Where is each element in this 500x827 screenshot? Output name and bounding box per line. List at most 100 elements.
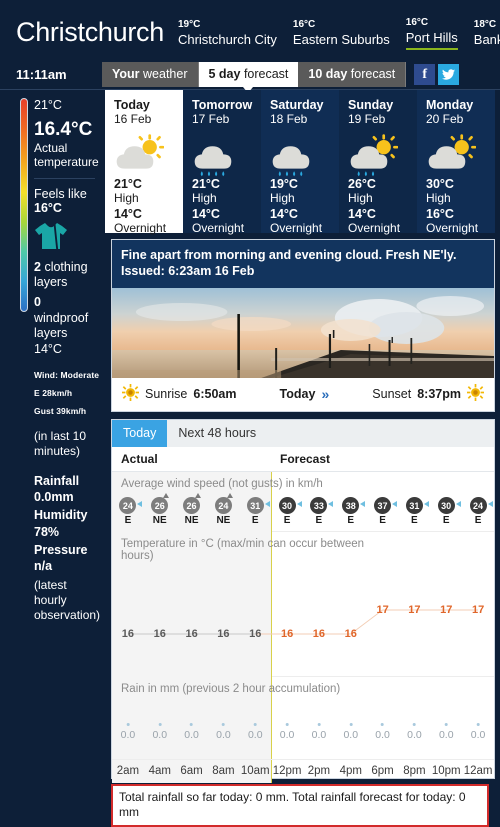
sunset-value: 8:37pm (417, 386, 461, 401)
wind-speed-value: 24 (473, 500, 484, 511)
rain-column: 0.0 (375, 723, 390, 741)
forecast-card[interactable]: Saturday 18 Feb 19°C High 14°C Overnight (261, 90, 339, 235)
rain-value-label: 0.0 (407, 729, 422, 741)
chart-section-headers: Actual Forecast (112, 447, 494, 472)
location-item[interactable]: 18°CBanks Penin (474, 19, 500, 50)
forecast-low-temp: 16°C (426, 206, 454, 221)
wind-direction-label: NE (216, 515, 231, 526)
rain-column: 0.0 (279, 723, 295, 741)
scenery-photo (112, 287, 494, 378)
humidity-label: Humidity (34, 508, 88, 523)
forecast-card[interactable]: Today 16 Feb 21°C High 14°C Overnight (105, 90, 183, 235)
page-title: Christchurch (16, 17, 164, 47)
rain-point-marker (381, 723, 385, 726)
rain-point-marker (158, 723, 162, 726)
rain-point-marker (126, 723, 130, 726)
tab-group: Your weather 5 day forecast 10 day forecas… (102, 62, 407, 93)
subtab-next-48-hours[interactable]: Next 48 hours (167, 420, 267, 447)
rain-column: 0.0 (439, 723, 454, 741)
temperature-value-label: 16 (185, 628, 198, 640)
wind-direction-label: E (347, 515, 355, 526)
wind-speed-badge: 30 (437, 497, 461, 514)
clothing-layers-label: clothing (44, 259, 88, 274)
forecast-card[interactable]: Sunday 19 Feb 26°C High 14°C Overnight (339, 90, 417, 235)
rain-point-marker (349, 723, 353, 726)
axis-tick-label: 8am (212, 765, 235, 777)
forecast-high-label: High (270, 190, 295, 205)
location-item[interactable]: 19°C Christchurch City (178, 19, 277, 50)
axis-tick-label: 10pm (431, 765, 461, 777)
chevron-right-icon: » (321, 385, 330, 402)
sun-rain-cloud-icon (348, 133, 410, 177)
location-temp: 18°C (473, 19, 497, 31)
rainfall-value: 0.0mm (34, 490, 74, 505)
sunset-block: Sunset 8:37pm (372, 383, 484, 404)
sunrise-icon (122, 383, 139, 404)
windproof-layers: 0 windproof layers 14°C (34, 295, 101, 358)
location-temp: 16°C (405, 17, 429, 29)
rain-column: 0.0 (470, 723, 486, 741)
actual-temperature-label-2: temperature (34, 155, 99, 170)
temperature-value-label: 17 (471, 604, 485, 616)
today-next-link[interactable]: Today » (280, 386, 330, 402)
humidity-value: 78% (34, 524, 60, 539)
social-links: f (414, 64, 462, 85)
rain-column: 0.0 (216, 723, 231, 741)
rain-value-label: 0.0 (470, 729, 486, 741)
tab-your[interactable]: Your weather (102, 62, 199, 87)
subtab-today[interactable]: Today (112, 419, 168, 447)
location-item[interactable]: 16°C Port Hills (405, 17, 458, 50)
forecast-date: 16 Feb (114, 112, 152, 127)
wind-description: Wind: Moderate (34, 370, 100, 381)
temperature-value-label: 17 (408, 604, 421, 616)
forecast-day: Saturday (270, 98, 324, 112)
app-header: Christchurch 19°C Christchurch City 16°C Ea… (0, 0, 500, 56)
forecast-low-temp: 14°C (270, 206, 298, 221)
temperature-value-label: 17 (376, 604, 389, 616)
rain-value-label: 0.0 (375, 729, 390, 741)
sidebar-divider (34, 177, 95, 179)
wind-direction-label: E (283, 515, 291, 526)
wind-column: 24 E (462, 496, 494, 526)
rain-value-label: 0.0 (216, 729, 231, 741)
wind-speed-value: 31 (409, 500, 420, 511)
sun-cloud-icon (426, 133, 488, 175)
tab-10-day[interactable]: 10 day forecast (298, 62, 407, 87)
sidebar-low-temp: 14°C (34, 341, 62, 356)
windproof-layers-label-2: layers (34, 326, 68, 341)
rain-value-label: 0.0 (279, 729, 295, 741)
five-day-forecast: Today 16 Feb 21°C High 14°C Overnight Tomorrow… (105, 90, 495, 235)
forecast-card[interactable]: Monday 20 Feb 30°C High 16°C Overnight (417, 90, 495, 235)
summary-header: Fine apart from morning and evening clou… (112, 240, 494, 288)
location-list: 19°C Christchurch City 16°C Eastern Suburbs… (178, 17, 500, 50)
main-tabbar: 11:11am Your weather 5 day forecast 10 day… (0, 56, 500, 93)
windproof-layers-count: 0 (34, 294, 41, 309)
wind-speed-value: 24 (122, 500, 133, 511)
wind-direction-arrow-icon (137, 501, 143, 507)
location-item[interactable]: 16°C Eastern Suburbs (293, 19, 390, 50)
sun-cloud-icon (114, 133, 176, 175)
wind-speed-value: 31 (250, 500, 261, 511)
current-time: 11:11am (16, 67, 67, 82)
rain-column: 0.0 (312, 723, 326, 741)
rain-column: 0.0 (152, 723, 167, 741)
wind-column: 24 NE (207, 493, 239, 526)
wind-direction-arrow-icon (296, 501, 302, 507)
summary-text: Fine apart from morning and evening clou… (121, 248, 457, 262)
wind-direction-arrow-icon (195, 493, 202, 498)
wind-column: 31 E (398, 496, 430, 526)
forecast-card[interactable]: Tomorrow 17 Feb 21°C High 14°C Overnight (183, 90, 261, 235)
wind-direction-arrow-icon (455, 501, 461, 507)
rain-value-label: 0.0 (120, 729, 136, 741)
rain-cloud-icon (270, 133, 332, 177)
rain-value-label: 0.0 (438, 729, 454, 741)
rain-column: 0.0 (343, 723, 358, 741)
wind-direction-label: E (124, 515, 132, 526)
wind-speed-badge: 30 (278, 497, 302, 514)
twitter-icon[interactable] (438, 64, 460, 85)
wind-speed-value: 33 (313, 500, 324, 511)
summary-panel: Fine apart from morning and evening clou… (111, 239, 495, 412)
tab-5-day[interactable]: 5 day forecast (198, 62, 299, 93)
facebook-icon[interactable]: f (414, 64, 436, 85)
axis-tick-label: 4pm (339, 765, 362, 777)
